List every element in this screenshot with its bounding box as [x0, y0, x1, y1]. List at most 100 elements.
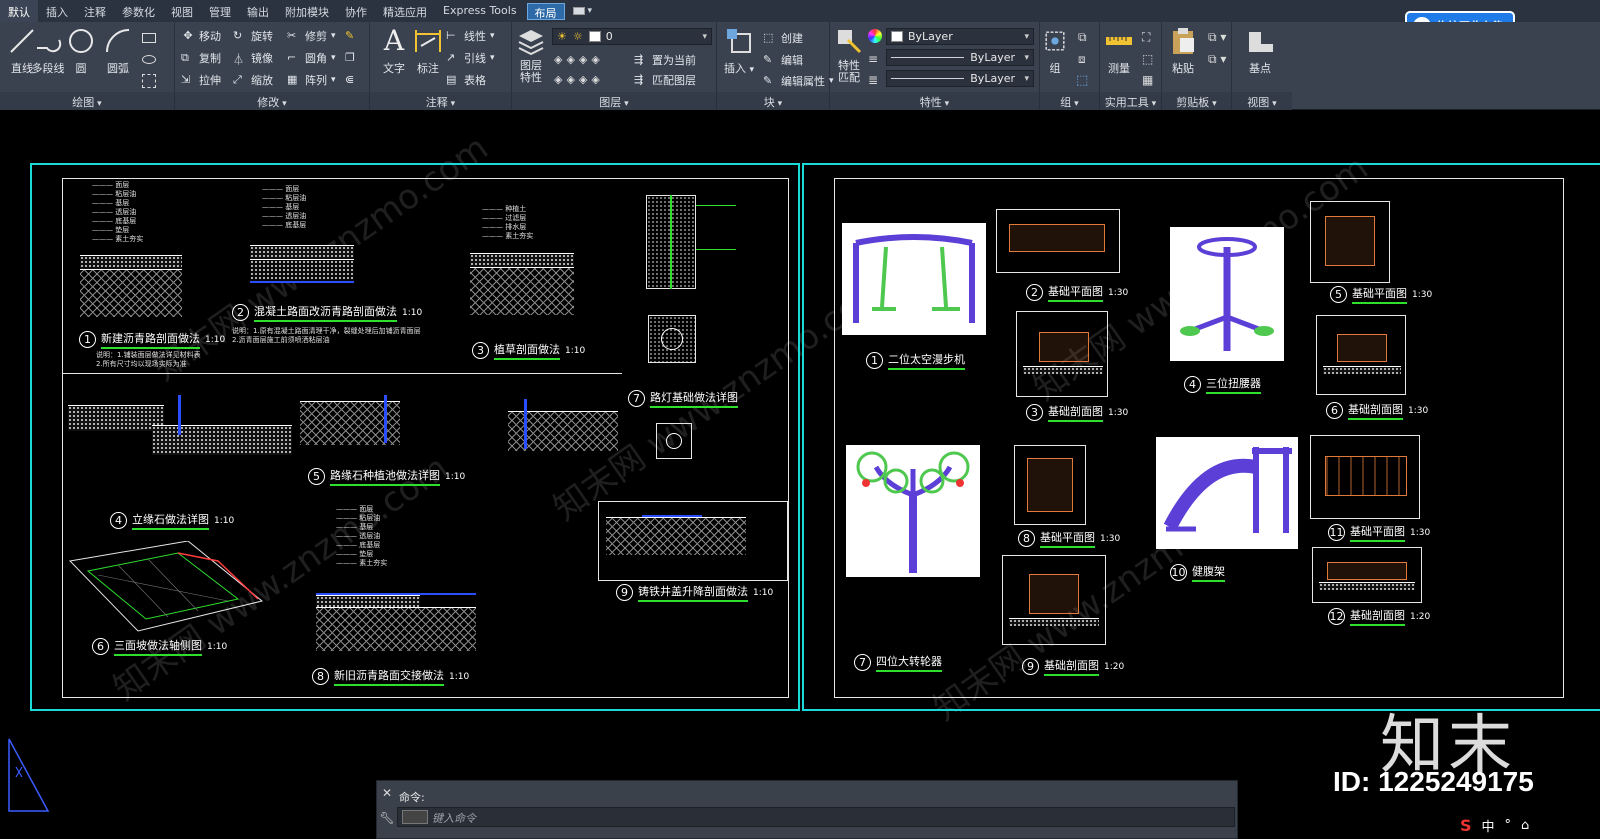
window-icon [572, 7, 585, 15]
mirror-button[interactable]: ⏃ 镜像 [233, 48, 273, 67]
panel-properties-title[interactable]: 特性 [830, 92, 1039, 110]
tab-layout[interactable]: 布局 [526, 3, 565, 20]
layer-dropdown[interactable]: ☀ ☼ 0 [552, 28, 712, 45]
panel-clipboard: 粘贴 ⧉ ▾ ⧉ ▾ 剪贴板 [1162, 22, 1232, 110]
tab-express-tools[interactable]: Express Tools [435, 0, 525, 22]
arc-button[interactable]: 圆弧 [96, 26, 140, 76]
measure-button[interactable]: 测量 [1102, 26, 1136, 76]
detail-scale: 1:20 [1410, 611, 1431, 622]
group-edit-icon[interactable]: ⧈ [1078, 52, 1086, 67]
linetype-dropdown[interactable]: ByLayer [886, 49, 1034, 66]
panel-draw-title[interactable]: 绘图 [0, 92, 174, 110]
drawing-canvas[interactable]: 知末网 www.znzmo.com 知末网 www.znzmo.com 知末网 … [0, 111, 1600, 839]
array-button[interactable]: ▦ 阵列 ▾ [287, 70, 336, 89]
tab-addins[interactable]: 附加模块 [277, 0, 337, 22]
copy-button[interactable]: ⧉ 复制 [181, 48, 221, 67]
tab-output[interactable]: 输出 [239, 0, 277, 22]
quick-select-icon[interactable]: ⛶ [1142, 30, 1150, 45]
panel-annotation-title[interactable]: 注释 [370, 92, 511, 110]
group-select-icon[interactable]: ⬚ [1076, 73, 1088, 88]
panel-layers-title[interactable]: 图层 [512, 92, 716, 110]
ime-settings-icon[interactable]: ⌂ [1521, 818, 1529, 833]
insert-block-button[interactable]: 插入 ▾ [717, 26, 761, 76]
detail-title-2: 2 混凝土路面改沥青路剖面做法 1:10 [232, 303, 422, 322]
rotate-button[interactable]: ↻ 旋转 [233, 26, 273, 45]
tab-collaborate[interactable]: 协作 [337, 0, 375, 22]
copy-clip-icon[interactable]: ⧉ ▾ [1208, 30, 1226, 45]
ime-language-indicator[interactable]: 中 [1482, 816, 1495, 835]
paste-button[interactable]: 粘贴 [1164, 26, 1202, 76]
match-layer-button[interactable]: ⇶ 匹配图层 [634, 70, 696, 89]
detail-title: 三位扭腰器 [1206, 375, 1261, 394]
detail-title: 立缘石做法详图 [132, 511, 209, 530]
linear-dim-button[interactable]: ⊢ 线性 ▾ [446, 26, 495, 45]
command-input[interactable]: 键入命令 [397, 807, 1235, 827]
scale-label: 缩放 [251, 73, 273, 87]
panel-group-title[interactable]: 组 [1040, 92, 1099, 110]
edit-block-button[interactable]: ✎ 编辑 [763, 50, 803, 69]
move-button[interactable]: ✥ 移动 [181, 26, 221, 45]
layout-sheet-right[interactable]: 1 二位太空漫步机 2 基础平面图 1:30 3 基础剖面图 1:30 4 三位… [802, 163, 1600, 711]
trim-button[interactable]: ✂ 修剪 ▾ [287, 26, 336, 45]
layer-tool-row-3[interactable]: ◈◈◈◈ [554, 70, 604, 89]
panel-view-title[interactable]: 视图 [1232, 92, 1292, 110]
create-block-button[interactable]: ⬚ 创建 [763, 28, 803, 47]
foundation-plan-8 [1014, 445, 1086, 525]
tab-manage[interactable]: 管理 [201, 0, 239, 22]
layer-stack-icon [518, 30, 544, 56]
stretch-button[interactable]: ⇲ 拉伸 [181, 70, 221, 89]
leader-button[interactable]: ↗ 引线 ▾ [446, 48, 495, 67]
sogou-ime-icon[interactable]: S [1460, 816, 1472, 835]
basepoint-button[interactable]: 基点 [1238, 26, 1282, 76]
erase-button[interactable]: ✎ [345, 26, 359, 45]
table-button[interactable]: ▤ 表格 [446, 70, 486, 89]
ime-punctuation-indicator[interactable]: ° [1505, 818, 1512, 833]
scale-button[interactable]: ⤢ 缩放 [233, 70, 273, 89]
panel-clipboard-title[interactable]: 剪贴板 [1162, 92, 1231, 110]
command-prompt-icon[interactable] [402, 810, 428, 824]
cut-clip-icon[interactable]: ⧉ ▾ [1208, 52, 1226, 67]
right-detail-title-8: 8 基础平面图 1:30 [1018, 529, 1120, 548]
panel-annotation: A 文字 标注 ⊢ 线性 ▾ ↗ 引线 ▾ ▤ 表格 注释 [370, 22, 512, 110]
create-block-icon: ⬚ [763, 30, 774, 44]
joint-subgrade-8 [316, 607, 476, 651]
tab-annotate[interactable]: 注释 [76, 0, 114, 22]
hatch-button[interactable] [142, 71, 156, 90]
space-walker-render [842, 223, 986, 335]
ungroup-icon[interactable]: ⧉ [1078, 30, 1087, 45]
tab-insert[interactable]: 插入 [38, 0, 76, 22]
layout-sheet-left[interactable]: ——— 面层 ——— 粘层油 ——— 基层 ——— 透层油 ——— 底基层 ——— 垫层 —… [30, 163, 800, 711]
tab-view[interactable]: 视图 [163, 0, 201, 22]
rectangle-button[interactable] [142, 28, 156, 47]
foundation-plan-2 [996, 209, 1120, 273]
panel-block-title[interactable]: 块 [717, 92, 829, 110]
panel-utilities-title[interactable]: 实用工具 [1100, 92, 1161, 110]
edit-attributes-button[interactable]: ✎ 编辑属性 ▾ [763, 71, 834, 90]
dimension-button[interactable]: 标注 [406, 26, 450, 76]
layer-properties-label: 图层特性 [520, 59, 542, 84]
fillet-button[interactable]: ⌐ 圆角 ▾ [287, 48, 336, 67]
layer-properties-button[interactable]: 图层特性 [512, 26, 550, 84]
select-all-icon[interactable]: ⬚ [1142, 52, 1153, 66]
close-icon[interactable]: ✕ [379, 786, 395, 800]
panel-block: 插入 ▾ ⬚ 创建 ✎ 编辑 ✎ 编辑属性 ▾ 块 [717, 22, 834, 110]
offset-button[interactable]: ⋐ [345, 70, 359, 89]
wrench-icon[interactable]: 🔧︎ [379, 811, 395, 825]
detail-scale: 1:10 [214, 515, 235, 526]
tab-default[interactable]: 默认 [0, 0, 38, 22]
explode-button[interactable]: ❐ [345, 48, 359, 67]
ellipse-button[interactable] [142, 50, 156, 69]
lineweight-dropdown[interactable]: ByLayer [886, 70, 1034, 87]
group-button[interactable]: 组 [1040, 26, 1070, 76]
ribbon-options-dropdown[interactable]: ▾ [567, 0, 599, 22]
tab-featured-apps[interactable]: 精选应用 [375, 0, 435, 22]
match-properties-button[interactable]: 特性匹配 [832, 26, 866, 84]
foundation-pad [1325, 456, 1407, 496]
set-current-button[interactable]: ⇶ 置为当前 [634, 50, 696, 69]
tab-parametric[interactable]: 参数化 [114, 0, 163, 22]
color-dropdown[interactable]: ByLayer [886, 28, 1034, 45]
calculator-icon[interactable]: ▦ [1142, 73, 1153, 87]
layer-tool-row-2[interactable]: ◈◈◈◈ [554, 50, 604, 69]
curb-stone-5b [524, 399, 527, 449]
panel-modify-title[interactable]: 修改 [175, 92, 369, 110]
